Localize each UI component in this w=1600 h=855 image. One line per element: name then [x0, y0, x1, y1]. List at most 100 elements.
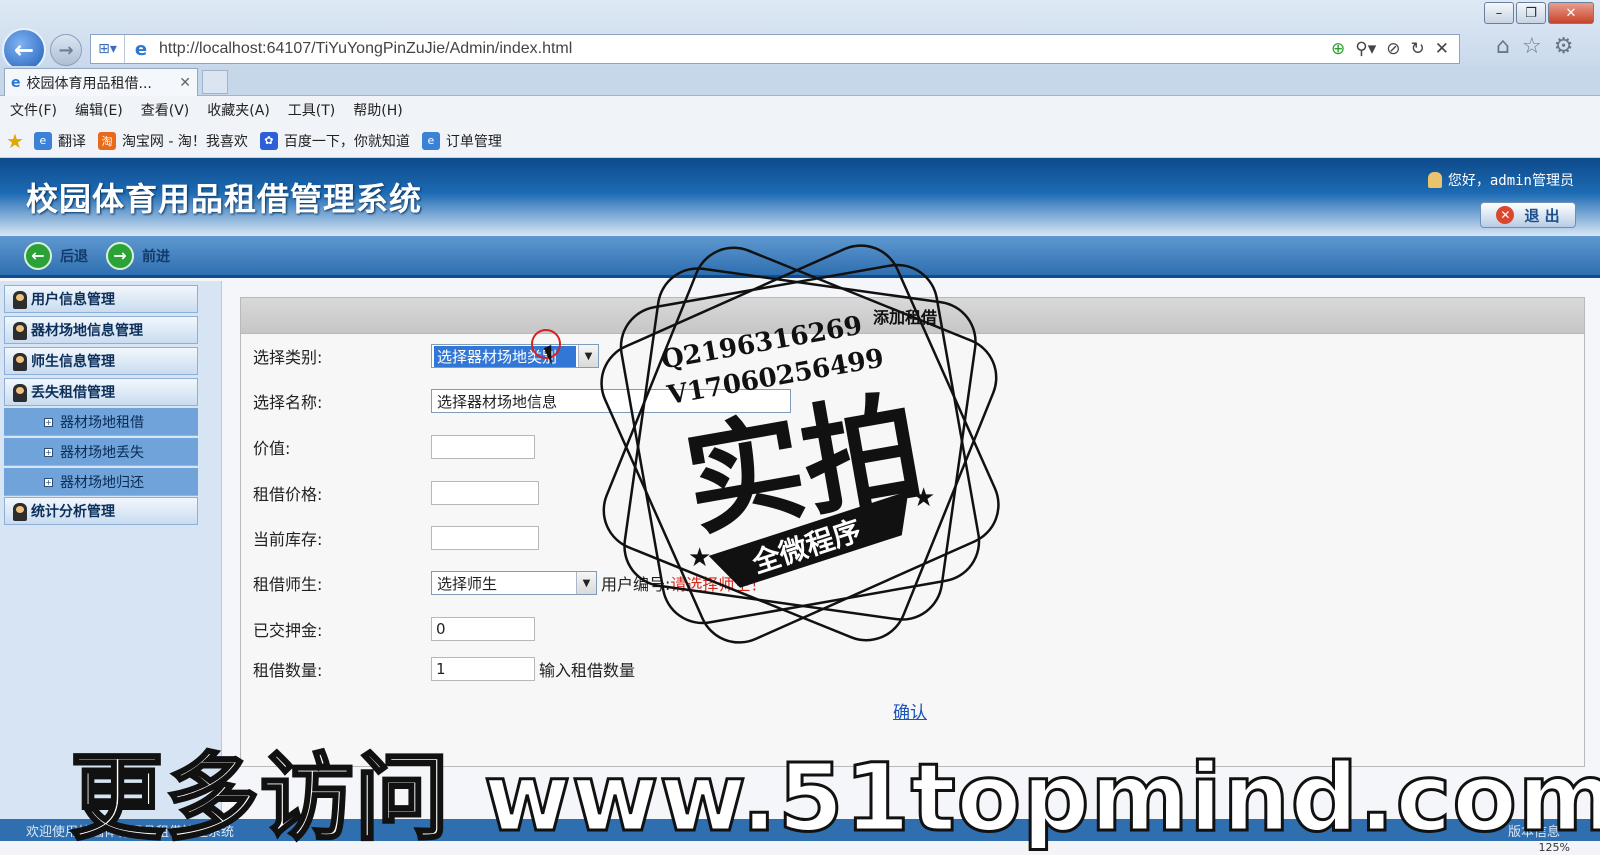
form-row-quantity: 租借数量: 1 输入租借数量: [253, 656, 635, 682]
menu-file[interactable]: 文件(F): [10, 100, 57, 120]
sidebar-subitem-label: 器材场地归还: [60, 474, 144, 491]
sidebar-item-teachers-students[interactable]: 师生信息管理: [4, 347, 198, 375]
menu-edit[interactable]: 编辑(E): [75, 100, 123, 120]
sidebar-subitem-label: 器材场地租借: [60, 414, 144, 431]
sidebar-item-lost-rental[interactable]: 丢失租借管理: [4, 378, 198, 406]
expand-plus-icon: +: [44, 448, 53, 457]
close-window-button[interactable]: ✕: [1548, 2, 1594, 24]
confirm-button[interactable]: 确认: [893, 698, 927, 723]
forward-link[interactable]: 前进: [142, 246, 170, 266]
sidebar: 用户信息管理 器材场地信息管理 师生信息管理 丢失租借管理 + 器材场地租借 +…: [0, 281, 222, 819]
value-label: 价值:: [253, 439, 291, 458]
favorite-link[interactable]: e 订单管理: [421, 131, 502, 151]
logout-button[interactable]: ✕ 退 出: [1480, 202, 1576, 228]
browser-forward-button[interactable]: →: [50, 34, 82, 66]
sidebar-item-users[interactable]: 用户信息管理: [4, 285, 198, 313]
name-label: 选择名称:: [253, 393, 323, 412]
person-select[interactable]: 选择师生 ▼: [431, 571, 597, 595]
sidebar-subitem-lost[interactable]: + 器材场地丢失: [4, 438, 198, 466]
category-label: 选择类别:: [253, 348, 323, 367]
address-bar[interactable]: ⊞▾ e http://localhost:64107/TiYuYongPinZ…: [90, 34, 1460, 64]
search-icon[interactable]: ⚲▾: [1355, 39, 1376, 59]
category-select[interactable]: 选择器材场地类别 ▼: [431, 344, 599, 368]
value-input[interactable]: [431, 435, 535, 459]
quantity-hint: 输入租借数量: [539, 661, 636, 680]
svg-text:★: ★: [688, 543, 711, 573]
sidebar-item-label: 器材场地信息管理: [31, 323, 143, 339]
stop-icon[interactable]: ⊘: [1386, 39, 1400, 59]
sidebar-subitem-rent[interactable]: + 器材场地租借: [4, 408, 198, 436]
favorite-label: 百度一下，你就知道: [283, 133, 410, 150]
tab-active[interactable]: e 校园体育用品租借... ✕: [4, 68, 198, 96]
menu-view[interactable]: 查看(V): [141, 100, 190, 120]
browser-chrome: – ❐ ✕ ← → ⊞▾ e http://localhost:64107/Ti…: [0, 0, 1600, 72]
close-icon[interactable]: ✕: [1435, 39, 1449, 59]
tab-title: 校园体育用品租借...: [26, 75, 152, 92]
menu-bar: 文件(F) 编辑(E) 查看(V) 收藏夹(A) 工具(T) 帮助(H): [0, 96, 1600, 124]
ie-tab-icon: e: [11, 74, 21, 91]
deposit-input[interactable]: 0: [431, 617, 535, 641]
sidebar-item-statistics[interactable]: 统计分析管理: [4, 497, 198, 525]
sidebar-item-label: 用户信息管理: [31, 292, 115, 308]
back-link[interactable]: 后退: [60, 246, 88, 266]
restore-button[interactable]: ❐: [1516, 2, 1546, 24]
quantity-label: 租借数量:: [253, 661, 323, 680]
favorite-link[interactable]: ✿ 百度一下，你就知道: [259, 131, 410, 151]
form-row-value: 价值:: [253, 434, 535, 460]
app-title: 校园体育用品租借管理系统: [26, 180, 423, 218]
favorites-star-icon[interactable]: ☆: [1522, 34, 1542, 59]
sidebar-item-label: 丢失租借管理: [31, 385, 115, 401]
logout-label: 退 出: [1524, 206, 1560, 225]
quantity-input[interactable]: 1: [431, 657, 535, 681]
favorite-link[interactable]: 淘 淘宝网 - 淘！我喜欢: [97, 131, 248, 151]
ie-page-icon: e: [421, 131, 440, 150]
refresh-icon[interactable]: ↻: [1411, 39, 1425, 59]
baidu-paw-icon: ✿: [259, 131, 278, 150]
logout-x-icon: ✕: [1496, 206, 1515, 224]
price-input[interactable]: [431, 481, 539, 505]
forward-arrow-icon[interactable]: →: [106, 241, 134, 270]
app-header: 校园体育用品租借管理系统 您好，admin管理员 ✕ 退 出: [0, 158, 1600, 236]
favorites-bar: ★ e 翻译 淘 淘宝网 - 淘！我喜欢 ✿ 百度一下，你就知道 e 订单管理: [0, 124, 1600, 158]
menu-favorites[interactable]: 收藏夹(A): [207, 100, 270, 120]
price-label: 租借价格:: [253, 485, 323, 504]
stock-input[interactable]: [431, 526, 539, 550]
back-arrow-icon[interactable]: ←: [24, 241, 52, 270]
chevron-down-icon[interactable]: ▼: [578, 345, 598, 367]
taobao-icon: 淘: [97, 131, 116, 150]
menu-tools[interactable]: 工具(T): [288, 100, 335, 120]
gear-icon[interactable]: ⚙: [1554, 34, 1574, 59]
menu-help[interactable]: 帮助(H): [353, 100, 402, 120]
deposit-label: 已交押金:: [253, 621, 323, 640]
user-icon: [13, 353, 27, 371]
expand-plus-icon: +: [44, 478, 53, 487]
favorites-star-icon[interactable]: ★: [6, 129, 24, 153]
user-icon: [13, 291, 27, 309]
favorite-label: 淘宝网 - 淘！我喜欢: [121, 133, 248, 150]
favorite-label: 订单管理: [445, 133, 502, 150]
sidebar-item-equipment[interactable]: 器材场地信息管理: [4, 316, 198, 344]
tab-bar: e 校园体育用品租借... ✕: [0, 66, 1600, 96]
watermark-stamp: Q2196316269 V17060256499 实拍 全微程序 ★ ★: [600, 244, 1000, 644]
svg-text:★: ★: [912, 483, 935, 513]
user-greeting: 您好，admin管理员: [1427, 170, 1574, 190]
user-icon: [13, 322, 27, 340]
favorite-link[interactable]: e 翻译: [33, 131, 86, 151]
minimize-button[interactable]: –: [1484, 2, 1514, 24]
sidebar-subitem-label: 器材场地丢失: [60, 444, 144, 461]
watermark-overlay-text: 更多访问 www.51topmind.com: [69, 744, 1600, 853]
user-icon: [1427, 172, 1442, 188]
chevron-down-icon[interactable]: ▼: [576, 572, 596, 594]
ie-page-icon: e: [33, 131, 52, 150]
sidebar-item-label: 统计分析管理: [31, 504, 115, 520]
home-icon[interactable]: ⌂: [1496, 34, 1510, 59]
favorite-label: 翻译: [57, 133, 86, 150]
window-controls: – ❐ ✕: [1484, 2, 1594, 24]
compat-view-icon[interactable]: ⊞▾: [91, 35, 125, 63]
tab-close-icon[interactable]: ✕: [179, 75, 191, 91]
new-tab-button[interactable]: [202, 70, 228, 94]
go-icon[interactable]: ⊕: [1331, 39, 1345, 59]
sidebar-subitem-return[interactable]: + 器材场地归还: [4, 468, 198, 496]
ie-logo-icon: e: [134, 38, 148, 60]
url-text[interactable]: http://localhost:64107/TiYuYongPinZuJie/…: [153, 40, 1331, 58]
